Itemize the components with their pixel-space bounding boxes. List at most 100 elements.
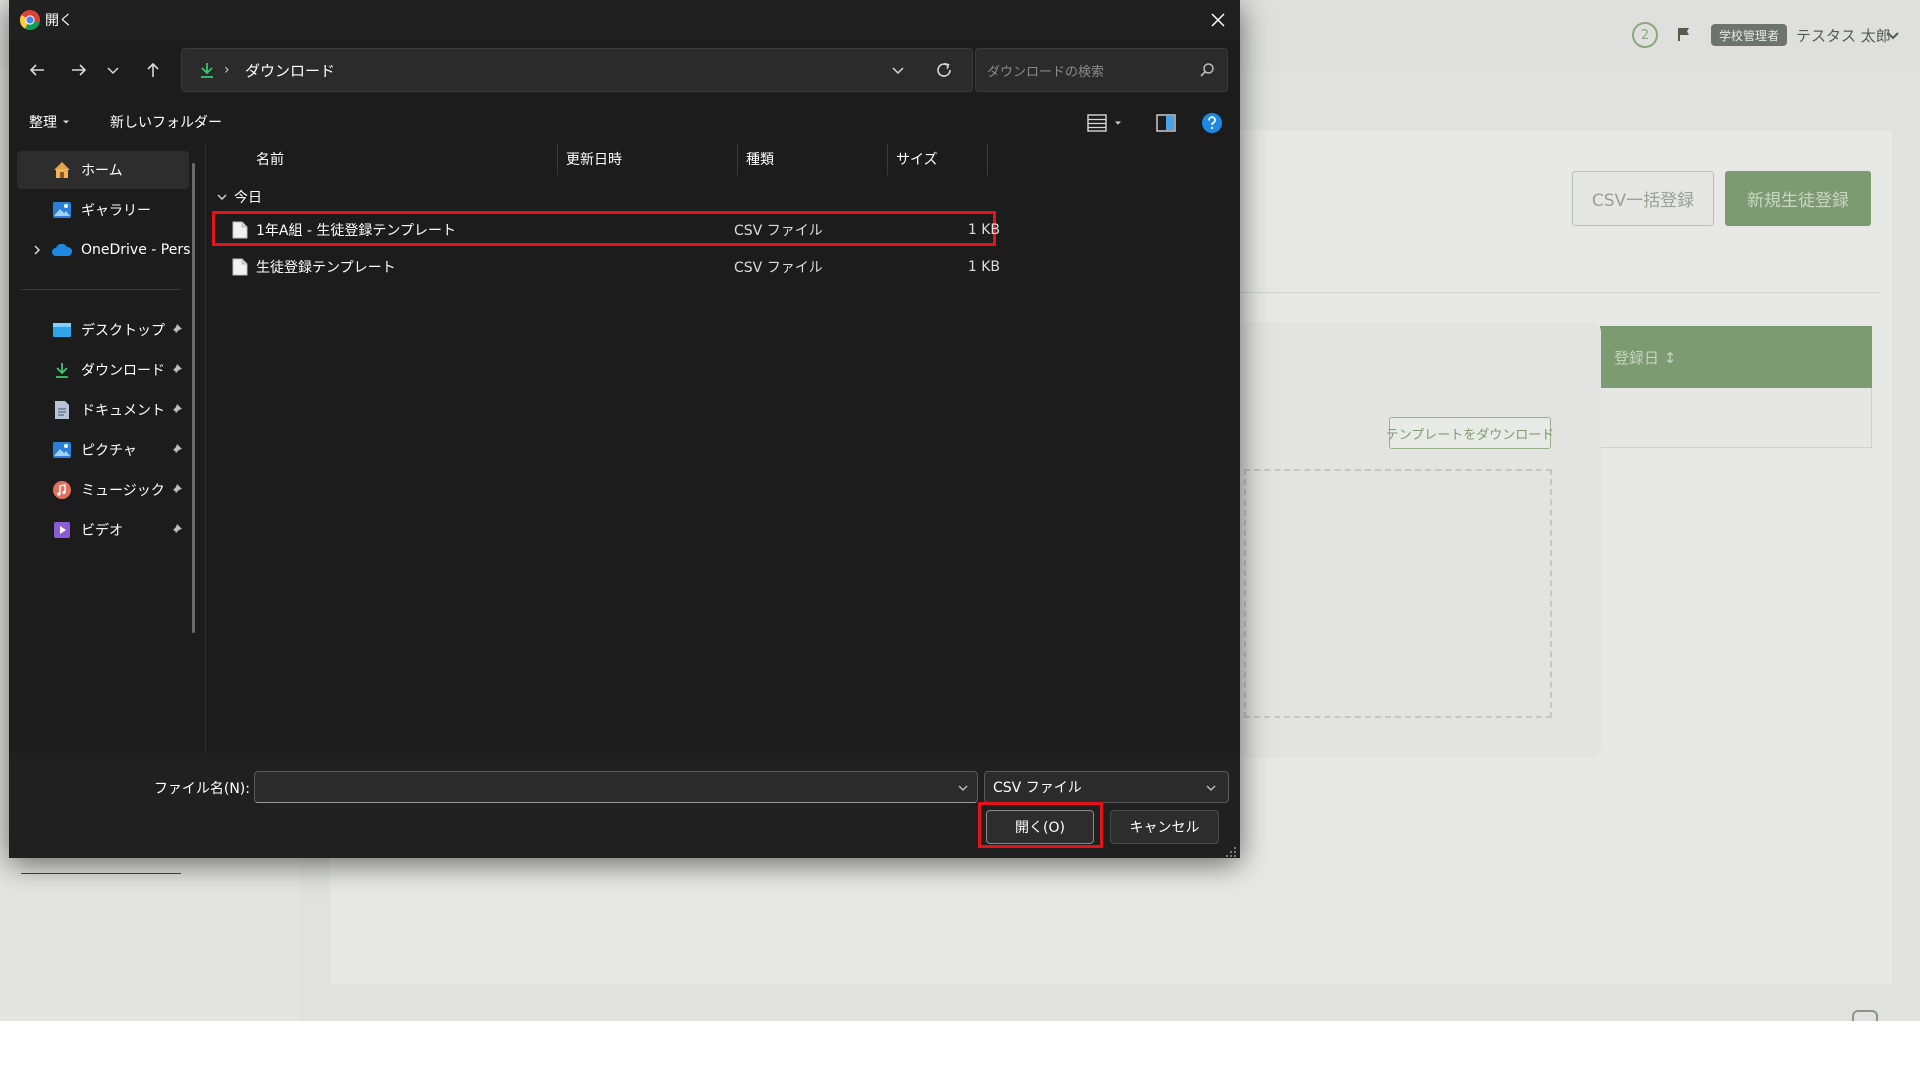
- resize-grip-icon[interactable]: [1225, 846, 1237, 858]
- nav-item-downloads[interactable]: ダウンロード: [17, 351, 189, 389]
- filetype-select[interactable]: CSV ファイル: [984, 771, 1229, 803]
- home-icon: [51, 159, 73, 181]
- expand-chevron-icon[interactable]: [29, 241, 45, 259]
- view-options-button[interactable]: [1087, 110, 1133, 136]
- file-open-dialog: 開く › ダウンロード ダウンロードの検索 整理 新しいフォルダー ホーム ギャ…: [9, 0, 1240, 874]
- nav-item-label: ミュージック: [81, 483, 165, 499]
- pin-icon[interactable]: [167, 361, 185, 379]
- recent-locations-chevron-icon[interactable]: [101, 54, 125, 86]
- gallery-icon: [51, 199, 73, 221]
- nav-item-home[interactable]: ホーム: [17, 151, 189, 189]
- table-header-registered-date[interactable]: 登録日 ↕: [1600, 326, 1872, 388]
- forward-arrow-icon[interactable]: [63, 54, 95, 86]
- chrome-app-icon: [19, 9, 41, 31]
- file-size: 1 KB: [967, 222, 1000, 238]
- pin-icon[interactable]: [167, 321, 185, 339]
- notification-counter[interactable]: 2: [1632, 22, 1658, 48]
- flag-icon[interactable]: [1672, 22, 1696, 46]
- nav-scrollbar[interactable]: [192, 163, 195, 633]
- search-input[interactable]: ダウンロードの検索: [975, 48, 1228, 92]
- nav-item-label: ビデオ: [81, 523, 123, 539]
- nav-item-desktop[interactable]: デスクトップ: [17, 311, 189, 349]
- group-label: 今日: [234, 190, 262, 206]
- dropdown-caret-icon: [63, 120, 69, 124]
- cancel-button[interactable]: キャンセル: [1110, 810, 1219, 844]
- file-row[interactable]: 生徒登録テンプレート CSV ファイル 1 KB: [214, 249, 1034, 285]
- pin-icon[interactable]: [167, 441, 185, 459]
- desktop-icon: [51, 319, 73, 341]
- filetype-value: CSV ファイル: [993, 780, 1082, 796]
- pin-icon[interactable]: [167, 481, 185, 499]
- close-icon[interactable]: [1204, 6, 1232, 34]
- filename-history-chevron-icon[interactable]: [951, 776, 975, 800]
- nav-item-gallery[interactable]: ギャラリー: [17, 191, 189, 229]
- breadcrumb-separator: ›: [224, 62, 230, 78]
- chevron-down-icon[interactable]: [1882, 24, 1904, 46]
- dialog-footer: ファイル名(N): CSV ファイル 開く(O) キャンセル: [9, 753, 1240, 858]
- file-drop-zone[interactable]: [1244, 469, 1552, 718]
- file-row[interactable]: 1年A組 - 生徒登録テンプレート CSV ファイル 1 KB: [212, 211, 1034, 248]
- file-icon: [232, 258, 248, 276]
- video-icon: [51, 519, 73, 541]
- onedrive-cloud-icon: [51, 239, 73, 261]
- organize-menu-button[interactable]: 整理: [29, 110, 81, 134]
- help-icon[interactable]: [1199, 110, 1225, 136]
- file-size: 1 KB: [967, 259, 1000, 275]
- csv-bulk-register-button[interactable]: CSV一括登録: [1572, 171, 1714, 226]
- new-folder-button[interactable]: 新しいフォルダー: [110, 110, 222, 134]
- music-icon: [51, 479, 73, 501]
- group-header-today[interactable]: 今日: [216, 185, 416, 209]
- nav-item-documents[interactable]: ドキュメント: [17, 391, 189, 429]
- breadcrumb-current-folder[interactable]: ダウンロード: [245, 57, 445, 83]
- column-header-type[interactable]: 種類: [738, 143, 888, 175]
- nav-item-videos[interactable]: ビデオ: [17, 511, 189, 549]
- dropdown-caret-icon: [1115, 121, 1121, 125]
- dialog-title: 開く: [45, 13, 73, 29]
- chat-icon[interactable]: [1852, 1010, 1878, 1021]
- search-icon[interactable]: [1196, 59, 1218, 81]
- pin-icon[interactable]: [167, 401, 185, 419]
- nav-item-onedrive[interactable]: OneDrive - Pers: [17, 231, 190, 269]
- content-divider: [1240, 292, 1880, 293]
- file-name: 1年A組 - 生徒登録テンプレート: [256, 223, 457, 239]
- search-placeholder: ダウンロードの検索: [987, 64, 1105, 80]
- open-button[interactable]: 開く(O): [986, 810, 1094, 844]
- nav-item-music[interactable]: ミュージック: [17, 471, 189, 509]
- user-name[interactable]: テスタス 太郎: [1796, 24, 1896, 46]
- dialog-titlebar: 開く: [9, 0, 1240, 40]
- pictures-icon: [51, 439, 73, 461]
- address-bar[interactable]: › ダウンロード: [181, 48, 973, 92]
- back-arrow-icon[interactable]: [21, 54, 53, 86]
- nav-item-label: ドキュメント: [81, 403, 165, 419]
- file-icon: [232, 221, 248, 239]
- document-icon: [51, 399, 73, 421]
- column-header-size[interactable]: サイズ: [888, 143, 988, 175]
- download-icon: [51, 359, 73, 381]
- command-bar: 整理 新しいフォルダー: [9, 104, 1240, 140]
- nav-item-label: デスクトップ: [81, 323, 165, 339]
- new-student-register-button[interactable]: 新規生徒登録: [1725, 171, 1871, 226]
- collapse-chevron-icon: [217, 194, 227, 200]
- template-download-button[interactable]: テンプレートをダウンロード: [1386, 417, 1554, 449]
- file-name: 生徒登録テンプレート: [256, 260, 396, 276]
- chevron-down-icon: [1199, 776, 1223, 800]
- filename-input[interactable]: [254, 771, 978, 803]
- nav-item-pictures[interactable]: ピクチャ: [17, 431, 189, 469]
- role-badge: 学校管理者: [1711, 24, 1787, 46]
- nav-item-label: ピクチャ: [81, 443, 137, 459]
- refresh-icon[interactable]: [928, 55, 960, 85]
- address-history-chevron-icon[interactable]: [884, 57, 912, 83]
- file-type: CSV ファイル: [734, 223, 823, 239]
- file-list-pane: 名前 更新日時 種類 サイズ 今日 1年A組 - 生徒登録テンプレート CSV …: [206, 143, 1240, 753]
- nav-item-label: ダウンロード: [81, 363, 165, 379]
- filename-label: ファイル名(N):: [153, 781, 250, 797]
- up-arrow-icon[interactable]: [137, 54, 169, 86]
- preview-pane-icon[interactable]: [1153, 110, 1179, 136]
- pin-icon[interactable]: [167, 521, 185, 539]
- download-icon: [196, 59, 218, 81]
- organize-label: 整理: [29, 115, 57, 131]
- nav-separator: [21, 873, 181, 874]
- column-header-name[interactable]: 名前: [248, 143, 558, 175]
- nav-item-label: ギャラリー: [81, 203, 151, 219]
- column-header-modified[interactable]: 更新日時: [558, 143, 738, 175]
